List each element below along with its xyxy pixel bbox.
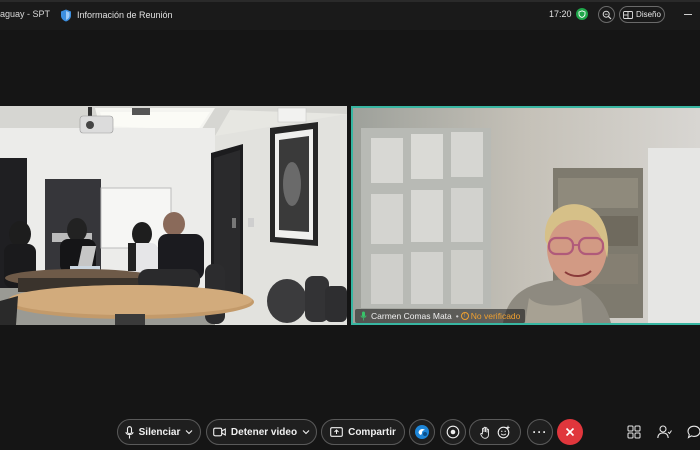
share-screen-icon: [330, 427, 343, 437]
top-strip: [0, 0, 700, 2]
share-label: Compartir: [348, 426, 396, 438]
unverified-label: No verificado: [470, 311, 521, 321]
layout-label: Diseño: [636, 10, 661, 19]
stop-video-button[interactable]: Detener video: [206, 419, 317, 445]
chevron-down-icon[interactable]: [185, 429, 193, 435]
layout-button[interactable]: Diseño: [619, 6, 665, 23]
participants-button[interactable]: [656, 424, 672, 440]
minimize-icon: [684, 14, 692, 15]
end-call-button[interactable]: [557, 419, 583, 445]
record-icon: [446, 425, 460, 439]
more-options-button[interactable]: ···: [527, 419, 553, 445]
microphone-icon: [125, 425, 134, 438]
room-video-feed: [0, 106, 347, 325]
minimize-button[interactable]: [680, 6, 696, 23]
chevron-down-icon[interactable]: [302, 429, 310, 435]
breakout-icon: [627, 425, 641, 439]
participants-icon: [656, 425, 672, 439]
camera-icon: [213, 427, 226, 437]
chat-icon: [687, 425, 700, 439]
zoom-button[interactable]: [598, 6, 615, 23]
top-bar: aguay - SPT Información de Reunión 17:20…: [0, 0, 700, 30]
mute-label: Silenciar: [138, 426, 181, 438]
layout-icon: [623, 10, 633, 19]
reactions-group[interactable]: [469, 419, 521, 445]
connection-status-badge: [576, 8, 588, 20]
warning-icon: !: [460, 312, 469, 320]
meeting-info-label: Información de Reunión: [77, 10, 173, 20]
breakout-button[interactable]: [626, 424, 642, 440]
raise-hand-icon[interactable]: [479, 426, 490, 439]
more-label: ···: [532, 425, 548, 439]
share-button[interactable]: Compartir: [321, 419, 405, 445]
stop-video-label: Detener video: [230, 426, 298, 438]
shield-icon: [61, 9, 71, 21]
end-call-icon: [565, 427, 575, 437]
chat-button[interactable]: [686, 424, 700, 440]
participant-name: Carmen Comas Mata: [371, 311, 452, 321]
meeting-clock: 17:20: [549, 9, 572, 19]
reactions-icon[interactable]: [497, 425, 511, 439]
remote-video-feed: [353, 108, 700, 323]
apps-button[interactable]: [409, 419, 435, 445]
shield-check-icon: [578, 10, 586, 18]
mute-button[interactable]: Silenciar: [117, 419, 201, 445]
video-tile-remote-participant[interactable]: [351, 106, 700, 325]
zoom-icon: [602, 10, 611, 19]
microphone-icon: [360, 311, 367, 321]
meeting-info-button[interactable]: Información de Reunión: [60, 6, 173, 24]
meeting-title: aguay - SPT: [0, 9, 51, 19]
apps-icon: [415, 425, 429, 439]
video-tile-room[interactable]: [0, 106, 347, 325]
record-button[interactable]: [440, 419, 466, 445]
unverified-badge: • ! No verificado: [455, 311, 521, 321]
participant-name-tag: Carmen Comas Mata • ! No verificado: [355, 309, 526, 323]
